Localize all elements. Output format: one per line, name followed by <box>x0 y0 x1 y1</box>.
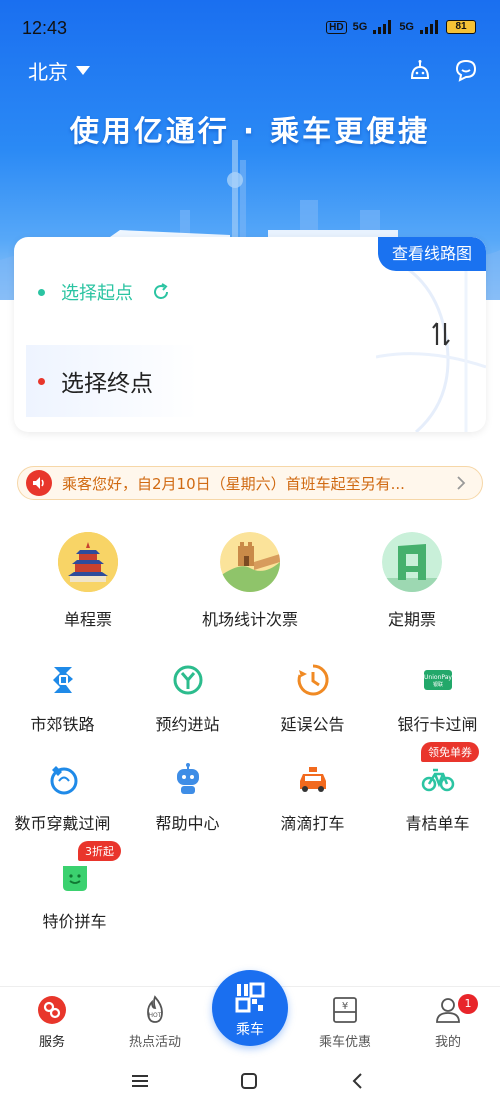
signal-5g-label-2: 5G <box>399 21 414 33</box>
service-label: 数币穿戴过闸 <box>14 814 111 833</box>
signal-5g-label: 5G <box>352 21 368 33</box>
service-carpool[interactable]: 特价拼车 <box>12 860 137 932</box>
service-wearable[interactable]: 数币穿戴过闸 <box>0 762 125 834</box>
suburban-rail-icon <box>52 667 73 693</box>
end-dot <box>38 377 45 385</box>
swap-icon[interactable] <box>430 321 452 347</box>
service-suburban-rail[interactable]: 市郊铁路 <box>0 663 125 735</box>
great-wall-icon <box>220 532 280 592</box>
hot-flame-icon: HOT <box>147 995 163 1023</box>
ticket-airport[interactable]: 机场线计次票 <box>170 532 330 630</box>
route-card: 查看线路图 选择起点 选择终点 <box>14 237 486 432</box>
delay-clock-icon <box>297 664 329 696</box>
mine-notification-badge: 1 <box>458 994 478 1014</box>
service-label: 滴滴打车 <box>280 814 345 833</box>
start-label: 选择起点 <box>61 283 133 304</box>
end-station-field[interactable]: 选择终点 <box>26 345 198 417</box>
service-didi-taxi[interactable]: 滴滴打车 <box>250 762 375 834</box>
city-selector[interactable]: 北京 <box>28 56 90 85</box>
route-map-button[interactable]: 查看线路图 <box>377 237 486 271</box>
coupon-icon: ¥ <box>333 997 357 1023</box>
svg-text:¥: ¥ <box>342 1001 348 1012</box>
cctv-building-icon <box>382 532 442 592</box>
taxi-icon <box>299 767 326 792</box>
service-reservation[interactable]: 预约进站 <box>125 663 250 735</box>
back-icon[interactable] <box>349 1072 367 1090</box>
robot-icon <box>176 763 199 794</box>
service-label: 银行卡过闸 <box>397 715 478 734</box>
unionpay-icon: UnionPay银联 <box>423 670 452 690</box>
tab-hot-activities[interactable]: HOT 热点活动 <box>115 995 195 1050</box>
menu-icon[interactable] <box>131 1072 149 1090</box>
ride-label: 乘车 <box>236 1022 264 1038</box>
signal-icon-2 <box>420 20 438 34</box>
chevron-right-icon <box>457 476 466 490</box>
temple-icon <box>58 532 118 592</box>
status-bar: 12:43 HD 5G 5G 81 <box>0 0 500 44</box>
start-dot <box>38 288 45 296</box>
coupon-badge: 领免单券 <box>421 742 479 762</box>
message-icon[interactable] <box>454 58 478 82</box>
refresh-icon[interactable] <box>151 282 171 302</box>
caret-down-icon <box>76 66 90 75</box>
ticket-period[interactable]: 定期票 <box>332 532 492 630</box>
service-bike[interactable]: 青桔单车 <box>375 762 500 834</box>
service-label: 青桔单车 <box>405 814 470 833</box>
hd-indicator: HD <box>326 20 347 34</box>
notice-banner[interactable]: 乘客您好，自2月10日（星期六）首班车起至另有... <box>17 466 483 500</box>
reservation-icon <box>173 665 202 695</box>
tab-label: 服务 <box>38 1035 65 1050</box>
status-time: 12:43 <box>22 18 68 38</box>
notice-text: 乘客您好，自2月10日（星期六）首班车起至另有... <box>62 474 405 493</box>
signal-icon <box>373 20 392 34</box>
qr-code-icon <box>235 982 265 1013</box>
ticket-label: 定期票 <box>387 610 436 629</box>
start-station-field[interactable]: 选择起点 <box>38 279 171 305</box>
tab-label: 热点活动 <box>128 1035 181 1050</box>
status-icons: HD 5G 5G 81 <box>326 20 476 34</box>
end-label: 选择终点 <box>61 371 153 397</box>
header-actions <box>408 58 478 82</box>
service-bank-card[interactable]: UnionPay 银联 银行卡过闸 <box>375 663 500 735</box>
svg-text:HOT: HOT <box>149 1012 162 1019</box>
tab-label: 乘车优惠 <box>318 1035 371 1050</box>
svg-text:银联: 银联 <box>432 681 442 688</box>
service-label: 市郊铁路 <box>30 715 95 734</box>
ride-button[interactable]: 乘车 <box>212 970 288 1046</box>
carpool-icon <box>62 866 87 891</box>
wearable-icon <box>50 766 77 795</box>
tab-offers[interactable]: ¥ 乘车优惠 <box>305 995 385 1050</box>
ticket-label: 单程票 <box>63 610 112 629</box>
tab-service[interactable]: 服务 <box>12 995 92 1050</box>
service-label: 预约进站 <box>155 715 220 734</box>
svg-text:UnionPay: UnionPay <box>424 674 452 681</box>
bike-icon <box>421 768 454 792</box>
service-help[interactable]: 帮助中心 <box>125 762 250 834</box>
home-icon[interactable] <box>240 1072 258 1090</box>
slogan: 使用亿通行 · 乘车更便捷 <box>69 114 431 148</box>
robot-assistant-icon[interactable] <box>408 58 432 82</box>
ticket-single[interactable]: 单程票 <box>8 532 168 630</box>
ticket-label: 机场线计次票 <box>201 610 298 629</box>
service-label: 帮助中心 <box>155 814 220 833</box>
service-icon <box>38 996 66 1024</box>
system-nav-bar <box>0 1060 500 1099</box>
service-label: 特价拼车 <box>42 912 107 931</box>
discount-badge: 3折起 <box>78 841 121 861</box>
speaker-icon <box>26 470 52 496</box>
service-delay-notice[interactable]: 延误公告 <box>250 663 375 735</box>
service-label: 延误公告 <box>280 715 345 734</box>
tab-label: 我的 <box>434 1035 461 1050</box>
battery-icon: 81 <box>446 20 476 34</box>
city-label: 北京 <box>28 60 68 84</box>
